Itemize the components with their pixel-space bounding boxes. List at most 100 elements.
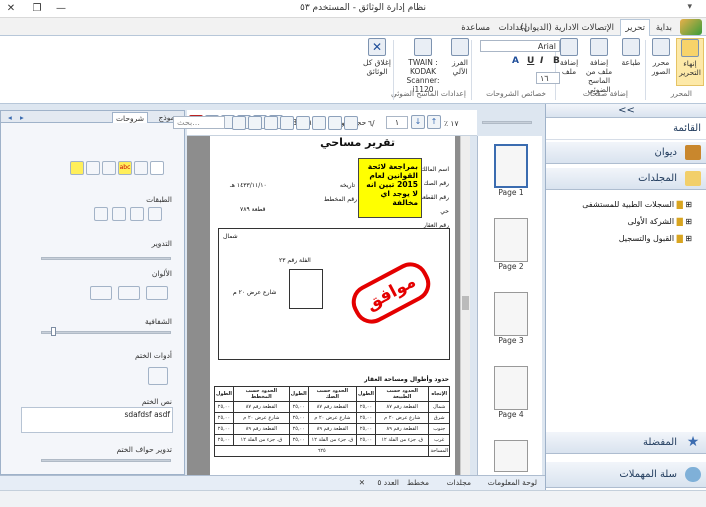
minimize-window-icon[interactable]: — [54,2,68,16]
zoom-slider[interactable] [482,121,532,124]
rotate-slider[interactable] [41,257,171,260]
trash-section[interactable]: سلة المهملات [546,462,706,488]
text-color-button[interactable] [90,286,112,300]
plot-rectangle [289,269,323,309]
table-cell: القطعة رقم ٨٧ [232,401,290,413]
thumbnail-page-1[interactable] [494,144,528,188]
highlight-tool-icon[interactable]: abc [118,161,132,175]
document-viewer[interactable]: تقرير مساحي اسم المالك رقم الصك رقم القط… [187,136,470,475]
tree-item[interactable]: القبول والتسجيل ▇ ⊞ [619,234,692,243]
layer-top-icon[interactable] [148,207,162,221]
ribbon-separator [393,40,394,100]
tab-settings[interactable]: إعدادات [495,20,531,36]
annotation-text-tool[interactable] [134,161,148,175]
app-logo-icon[interactable] [680,19,702,35]
table-row: جنوب القطعة رقم ٨٩ ٢٥,٠٠ القطعة رقم ٨٩ ٢٥,٠٠… [214,423,450,435]
page-width-icon[interactable] [232,116,246,130]
folders-section[interactable]: المجلدات [546,168,706,190]
tab-diwan[interactable]: الإتصالات الادارية (الديوان) [516,20,618,36]
image-editor-button[interactable]: محرر الصور [648,38,674,76]
nav-toggle[interactable]: << [546,104,706,118]
rotate-left-icon[interactable] [296,116,310,130]
stamp-edges-slider[interactable] [41,459,171,462]
tab-help[interactable]: مساعدة [457,20,494,36]
layer-down-icon[interactable] [112,207,126,221]
table-header-cell: الطول [356,386,376,402]
add-file-button[interactable]: إضافة ملف [558,38,580,76]
prev-page-icon[interactable]: ↑ [427,115,441,129]
fit-height-icon[interactable] [264,116,278,130]
quick-access-toolbar[interactable]: ▾ [687,2,692,12]
print-button[interactable]: طباعة [618,38,644,67]
thumbnail-label: Page 2 [498,262,524,271]
fit-width-icon[interactable] [280,116,294,130]
thumbnail-page-4[interactable] [494,366,528,410]
tree-item[interactable]: الشركة الأولى ▇ ⊞ [627,217,692,226]
folders-tab[interactable]: مجلدات [447,478,471,487]
underline-button[interactable]: U [527,56,534,66]
italic-button[interactable]: I [540,56,543,66]
panel-nav-right-icon[interactable]: ▸ [17,112,27,123]
auto-sort-button[interactable]: الفرز الآلي [450,38,470,76]
layer-bottom-icon[interactable] [94,207,108,221]
tab-annotations[interactable]: شروحات [111,112,148,123]
fit-page-icon[interactable] [248,116,262,130]
fill-color-button[interactable] [146,286,168,300]
scrollbar-thumb[interactable] [462,296,469,310]
scanner-file-icon [590,38,608,56]
twain-scanner-button[interactable]: TWAIN : KODAK Scanner: i1120 [398,38,448,94]
favorites-section[interactable]: المفضلة ★ [546,432,706,454]
add-file-icon [560,38,578,56]
table-cell: ٢٥,٠٠ [214,434,234,446]
ribbon: إنهاء التحرير محرر الصور المحرر طباعة إض… [0,36,706,104]
restore-window-icon[interactable]: ❐ [30,2,44,16]
info-panel-tab[interactable]: لوحة المعلومات [488,478,537,487]
scanner-icon [414,38,432,56]
document-scrollbar[interactable] [460,136,470,475]
select-tool-icon[interactable] [344,116,358,130]
close-docs-icon: ✕ [368,38,386,56]
bold-button[interactable]: B [553,56,560,66]
table-cell: القطعة رقم ٨٧ [307,401,358,413]
hand-tool-icon[interactable] [328,116,342,130]
rotate-right-icon[interactable] [312,116,326,130]
pen-tool-icon[interactable] [102,161,116,175]
tab-edit[interactable]: تحرير [620,19,650,37]
close-window-icon[interactable]: ✕ [4,2,18,16]
thumbnail-page-2[interactable] [494,218,528,262]
annotation-note-tool[interactable] [150,161,164,175]
annotation-sticky-note[interactable]: بمراجعة لائحة القوانين لعام 2015 تبين ان… [358,158,422,218]
tree-item[interactable]: السجلات الطبية للمستشفى ▇ ⊞ [582,200,692,209]
line-color-button[interactable] [118,286,140,300]
thumbnail-page-5[interactable] [494,440,528,472]
transparency-slider-knob[interactable] [51,327,57,336]
page-input[interactable]: ١ [386,116,408,129]
font-color-button[interactable]: A [512,56,519,66]
search-input[interactable]: بحث... [173,116,225,129]
layer-up-icon[interactable] [130,207,144,221]
tab-home[interactable]: بداية [652,20,676,36]
stamp-text-input[interactable]: sdafdsf asdf [21,407,173,433]
line-tool-icon[interactable] [86,161,100,175]
panel-nav-left-icon[interactable]: ◂ [5,112,15,123]
font-size-select[interactable]: ١٦ [536,72,560,84]
stamp-image-button[interactable] [148,367,168,385]
trash-icon [685,467,701,482]
close-status-icon[interactable]: ✕ [359,478,365,487]
stamp-tool-icon[interactable] [70,161,84,175]
ribbon-separator [645,40,646,100]
font-name-select[interactable]: Arial [480,40,560,52]
table-cell: ق. جزء من الفلة ١٢ [232,434,290,446]
thumbnail-page-3[interactable] [494,292,528,336]
close-all-docs-button[interactable]: ✕ إغلاق كل الوثائق [362,38,392,76]
add-scanner-file-button[interactable]: إضافة ملف من الماسح الضوئي [582,38,616,94]
print-icon [622,38,640,56]
next-page-icon[interactable]: ↓ [411,115,425,129]
table-title: حدود وأطوال ومساحة العقار [364,376,449,383]
diwan-section[interactable]: ديوان [546,142,706,164]
finish-edit-button[interactable]: إنهاء التحرير [676,38,704,86]
table-cell: شرق [428,412,450,424]
transparency-slider[interactable] [41,331,171,334]
page-total: ٦/ [368,119,375,128]
table-cell: شارع عرض ٢٠ م [307,412,358,424]
